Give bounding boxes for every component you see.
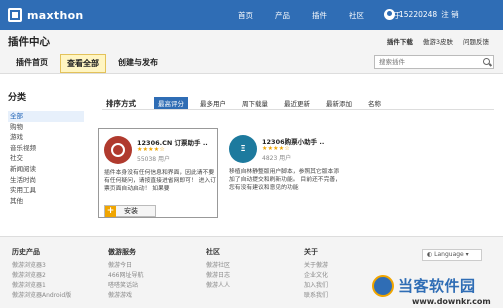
footer-link[interactable]: 傲游游戏 bbox=[108, 291, 143, 301]
watermark-title: 当客软件园 bbox=[398, 277, 476, 295]
rating-stars: ★★★★☆ bbox=[262, 145, 290, 152]
footer-link[interactable]: 傲游日志 bbox=[206, 271, 230, 281]
rating-stars: ★★★★☆ bbox=[137, 146, 165, 153]
search-icon[interactable] bbox=[483, 58, 490, 65]
plugin-search bbox=[374, 55, 494, 69]
header-tabs: 插件首页 查看全部 创建与发布 bbox=[10, 54, 164, 73]
category-item-shopping[interactable]: 购物 bbox=[8, 122, 84, 133]
footer-col-services: 傲游服务 傲游今日 466网址导航 嗒嗒笑话站 傲游游戏 bbox=[108, 248, 144, 301]
plugin-description: 插件本身没有任何信息和界面，因此请不要有任何疑问，请按直接进省网即可！ 进入订票… bbox=[104, 170, 216, 192]
plugin-description: 移植自林静整版用户脚本，参照其它版本添加了自动提交和刷新功能。 目前还不完善，您… bbox=[229, 169, 341, 191]
search-input[interactable] bbox=[375, 56, 479, 68]
plugin-center-header: 插件中心 插件下载 傲游3皮肤 问题反馈 插件首页 查看全部 创建与发布 bbox=[0, 30, 503, 74]
sort-top-rated[interactable]: 最高评分 bbox=[154, 97, 188, 109]
logout-link[interactable]: 注 销 bbox=[441, 9, 458, 20]
footer-col-history: 历史产品 傲游浏览器3 傲游浏览器2 傲游浏览器1 傲游浏览器Android版 bbox=[12, 248, 72, 301]
railway-logo-icon bbox=[104, 136, 132, 164]
category-heading: 分类 bbox=[8, 93, 27, 103]
sort-most-users[interactable]: 最多用户 bbox=[196, 97, 230, 109]
sort-newest[interactable]: 最新添加 bbox=[322, 97, 356, 109]
header-links: 插件下载 傲游3皮肤 问题反馈 bbox=[387, 36, 489, 46]
sort-recently-updated[interactable]: 最近更新 bbox=[280, 97, 314, 109]
ticket-helper-icon: Ξ bbox=[229, 135, 257, 163]
top-nav-bar: maxthon 首页 产品 插件 社区 关于 15220248 注 销 bbox=[0, 0, 503, 30]
sort-options: 最高评分 最多用户 周下载量 最近更新 最新添加 名称 bbox=[154, 97, 385, 109]
category-item-games[interactable]: 游戏 bbox=[8, 132, 84, 143]
watermark: 当客软件园 www.downkr.com bbox=[372, 275, 500, 308]
footer-col-community: 社区 傲游社区 傲游日志 傲游人人 bbox=[206, 248, 231, 291]
footer-col-about: 关于 关于傲游 企业文化 加入我们 联系我们 bbox=[304, 248, 329, 301]
nav-home[interactable]: 首页 bbox=[238, 10, 275, 21]
nav-plugins[interactable]: 插件 bbox=[312, 10, 349, 21]
footer-link[interactable]: 傲游社区 bbox=[206, 261, 230, 271]
tab-view-all[interactable]: 查看全部 bbox=[60, 54, 106, 73]
site-footer: 历史产品 傲游浏览器3 傲游浏览器2 傲游浏览器1 傲游浏览器Android版 … bbox=[0, 236, 503, 308]
footer-link[interactable]: 联系我们 bbox=[304, 291, 328, 301]
category-sidebar: 分类 全部 购物 游戏 音乐视频 社交 新闻阅读 生活时尚 实用工具 其他 bbox=[0, 74, 90, 234]
plus-icon: + bbox=[105, 205, 116, 217]
footer-link[interactable]: 466网址导航 bbox=[108, 271, 143, 281]
username[interactable]: 15220248 bbox=[399, 10, 437, 19]
nav-community[interactable]: 社区 bbox=[349, 10, 386, 21]
maxthon-logo[interactable]: maxthon bbox=[8, 8, 84, 22]
watermark-url: www.downkr.com bbox=[412, 297, 491, 306]
page-title: 插件中心 bbox=[8, 36, 50, 48]
footer-link[interactable]: 傲游浏览器3 bbox=[12, 261, 71, 271]
sort-label: 排序方式 bbox=[106, 99, 136, 108]
plugin-card[interactable]: Ξ 12306购票小助手 .. ★★★★☆ 4823 用户 移植自林静整版用户脚… bbox=[224, 128, 344, 218]
plugin-card[interactable]: 12306.CN 订票助手 .. ★★★★☆ 55038 用户 插件本身没有任何… bbox=[98, 128, 218, 218]
sort-weekly-downloads[interactable]: 周下载量 bbox=[238, 97, 272, 109]
tab-plugin-home[interactable]: 插件首页 bbox=[10, 54, 54, 73]
footer-link[interactable]: 傲游浏览器Android版 bbox=[12, 291, 71, 301]
footer-link[interactable]: 加入我们 bbox=[304, 281, 328, 291]
footer-link[interactable]: 关于傲游 bbox=[304, 261, 328, 271]
sort-bar: 排序方式 最高评分 最多用户 周下载量 最近更新 最新添加 名称 bbox=[102, 96, 494, 110]
install-label: 安装 bbox=[124, 207, 138, 215]
nav-products[interactable]: 产品 bbox=[275, 10, 312, 21]
user-icon bbox=[384, 9, 395, 20]
footer-link[interactable]: 傲游浏览器2 bbox=[12, 271, 71, 281]
logo-text: maxthon bbox=[27, 8, 84, 22]
footer-link[interactable]: 傲游人人 bbox=[206, 281, 230, 291]
category-item-news[interactable]: 新闻阅读 bbox=[8, 164, 84, 175]
feedback-link[interactable]: 问题反馈 bbox=[463, 36, 489, 46]
sort-name[interactable]: 名称 bbox=[364, 97, 385, 109]
footer-link[interactable]: 企业文化 bbox=[304, 271, 328, 281]
skins-link[interactable]: 傲游3皮肤 bbox=[423, 36, 453, 46]
user-area: 15220248 注 销 bbox=[384, 9, 459, 20]
category-item-all[interactable]: 全部 bbox=[8, 111, 84, 122]
category-item-lifestyle[interactable]: 生活时尚 bbox=[8, 175, 84, 186]
category-item-music-video[interactable]: 音乐视频 bbox=[8, 143, 84, 154]
footer-link[interactable]: 傲游浏览器1 bbox=[12, 281, 71, 291]
category-item-tools[interactable]: 实用工具 bbox=[8, 185, 84, 196]
user-count: 55038 用户 bbox=[137, 156, 170, 163]
watermark-logo-icon bbox=[372, 275, 394, 297]
footer-link[interactable]: 傲游今日 bbox=[108, 261, 143, 271]
category-list: 全部 购物 游戏 音乐视频 社交 新闻阅读 生活时尚 实用工具 其他 bbox=[8, 111, 84, 206]
language-select[interactable]: ◐ Language ▾ bbox=[422, 249, 482, 261]
plugin-download-link[interactable]: 插件下载 bbox=[387, 36, 413, 46]
install-button[interactable]: + 安装 bbox=[104, 205, 156, 217]
category-item-other[interactable]: 其他 bbox=[8, 196, 84, 207]
category-item-social[interactable]: 社交 bbox=[8, 153, 84, 164]
user-count: 4823 用户 bbox=[262, 155, 292, 162]
maxthon-logo-icon bbox=[8, 8, 22, 22]
tab-create-publish[interactable]: 创建与发布 bbox=[112, 54, 164, 73]
plugin-list-area: 排序方式 最高评分 最多用户 周下载量 最近更新 最新添加 名称 12306.C… bbox=[92, 74, 503, 234]
footer-link[interactable]: 嗒嗒笑话站 bbox=[108, 281, 143, 291]
